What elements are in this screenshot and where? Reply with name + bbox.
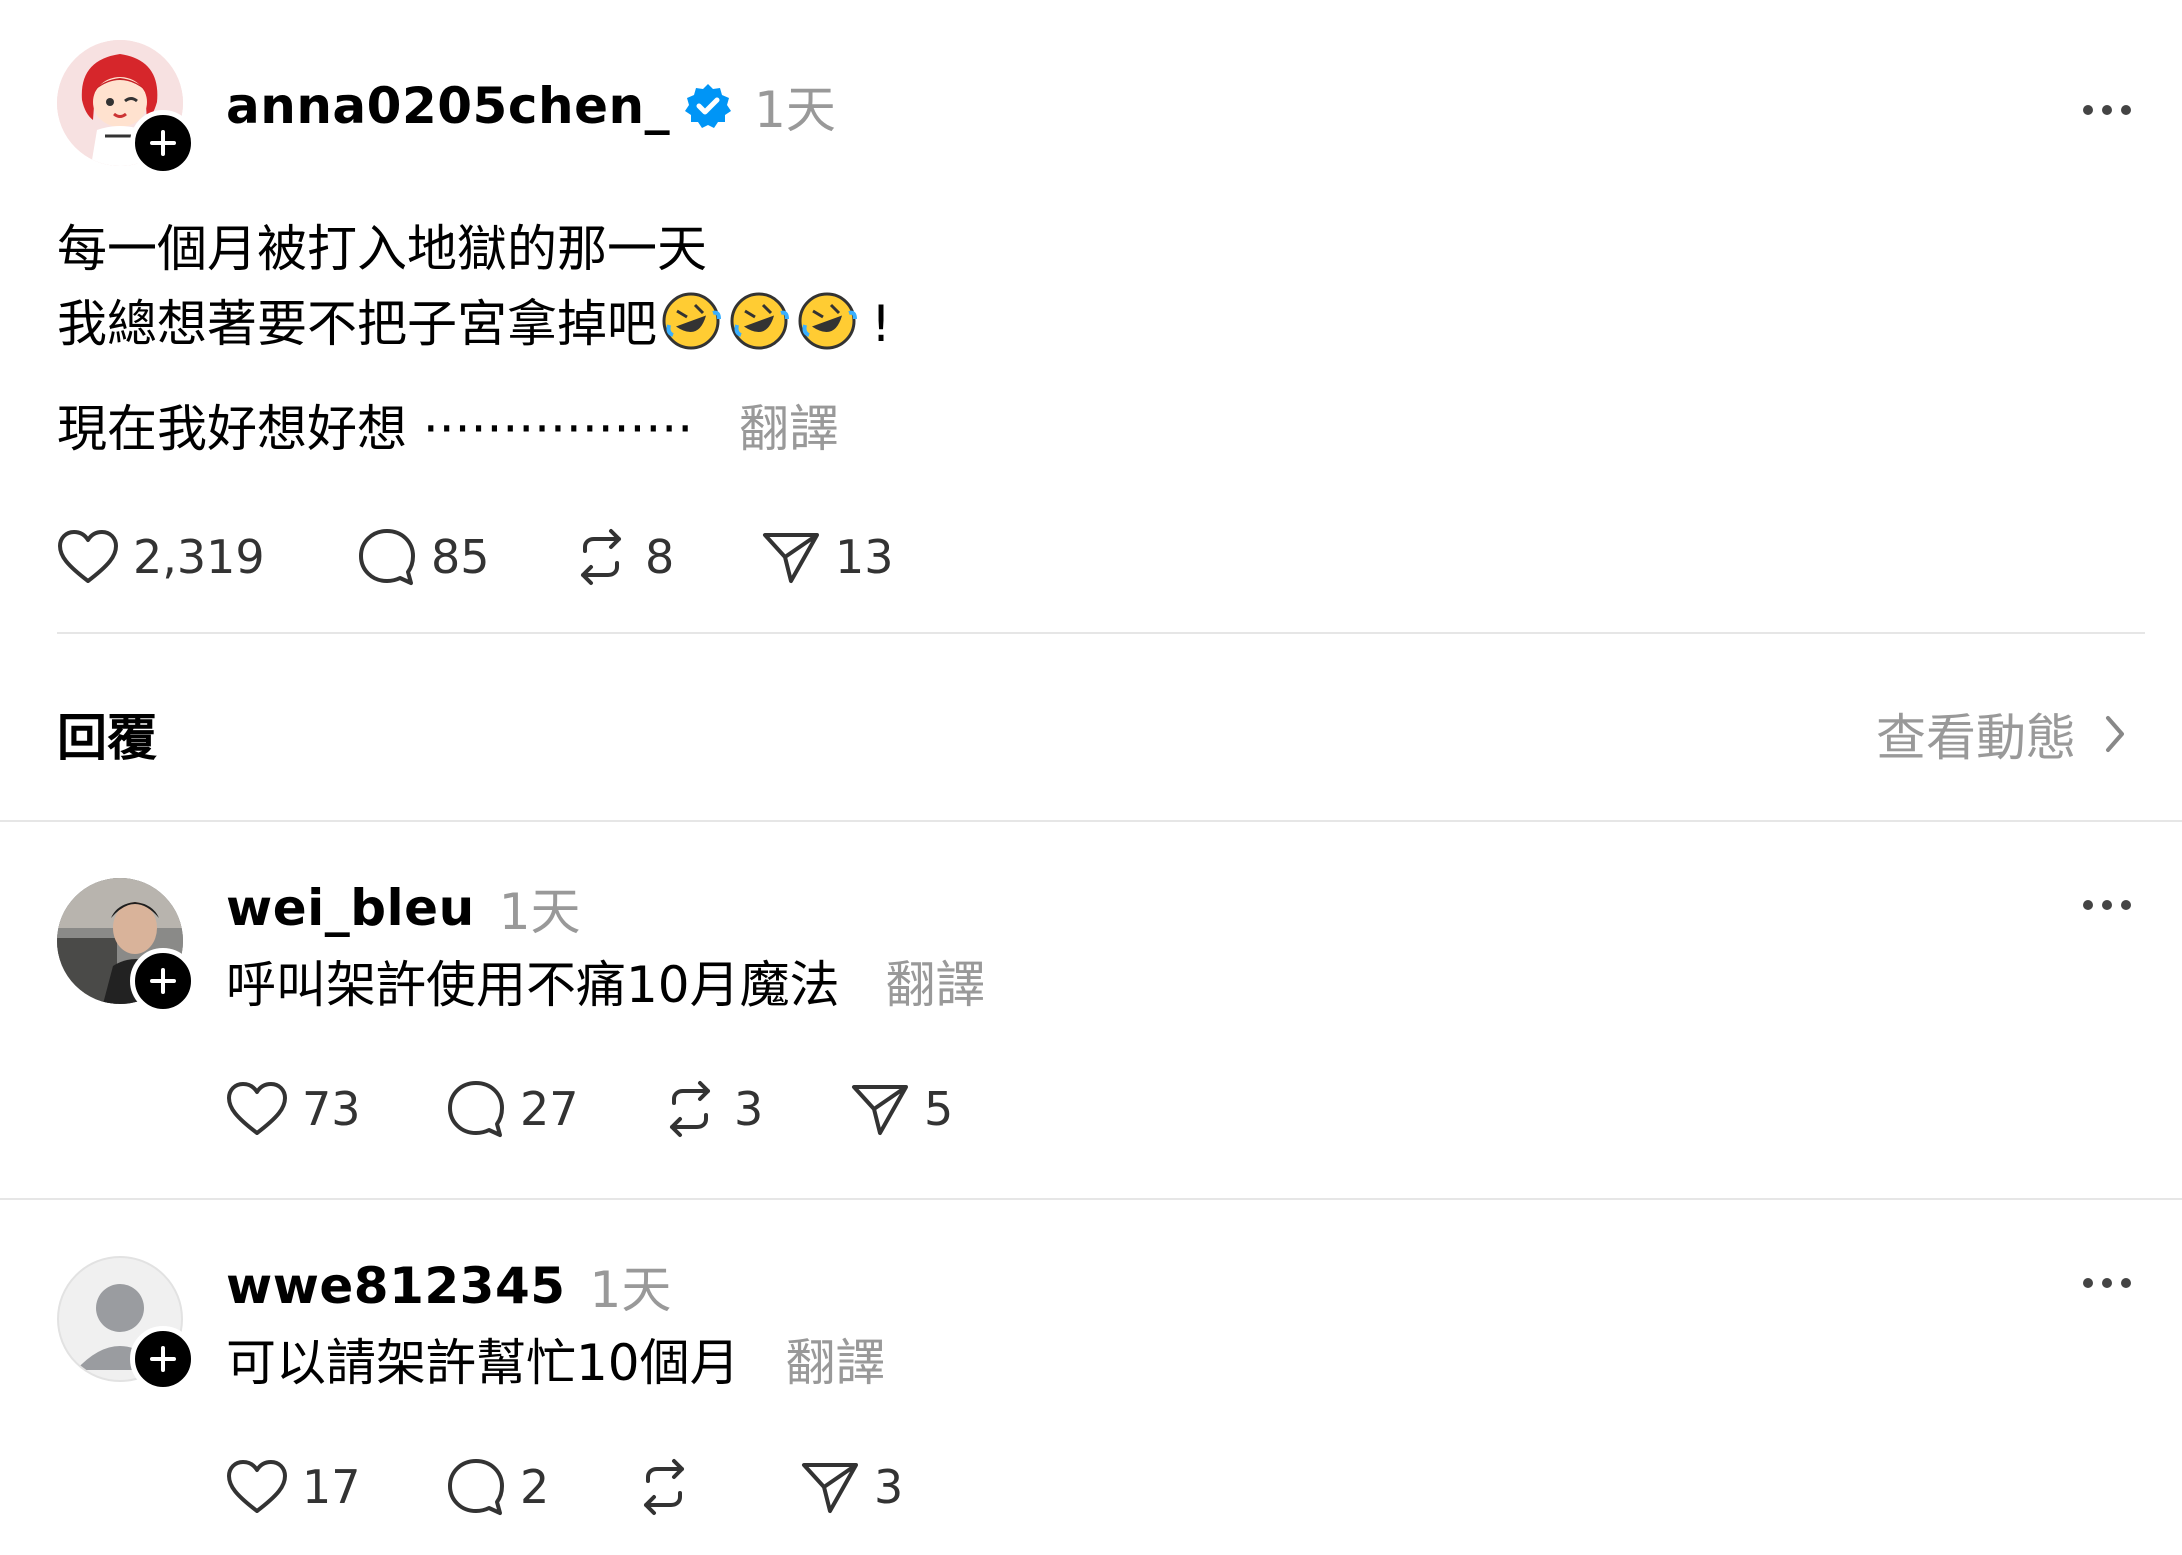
post-line-3: 現在我好想好想 ················· 翻譯 — [57, 392, 891, 467]
send-icon — [852, 1085, 908, 1135]
more-options-icon[interactable] — [2082, 896, 2132, 915]
like-button[interactable]: 17 — [226, 1452, 446, 1522]
chevron-right-icon — [2106, 716, 2124, 752]
post-line-2-text: 我總想著要不把子宮拿掉吧 — [57, 295, 657, 353]
reply-header: wwe812345 1天 — [226, 1250, 671, 1322]
follow-button[interactable] — [130, 948, 196, 1014]
reply-time: 1天 — [589, 1261, 672, 1319]
share-count: 3 — [874, 1460, 904, 1514]
comment-button[interactable]: 85 — [357, 522, 571, 592]
reply-username[interactable]: wei_bleu — [226, 879, 475, 937]
follow-button[interactable] — [130, 110, 196, 176]
divider — [0, 1198, 2182, 1200]
reply-body: 呼叫架許使用不痛10月魔法 翻譯 — [226, 948, 986, 1023]
plus-icon — [150, 968, 176, 994]
repost-count: 3 — [734, 1082, 764, 1136]
heart-icon — [227, 1460, 287, 1513]
comment-button[interactable]: 27 — [446, 1074, 660, 1144]
share-button[interactable]: 3 — [800, 1452, 1000, 1522]
more-options-icon[interactable] — [2082, 92, 2132, 116]
post-time: 1天 — [754, 81, 836, 139]
comment-count: 2 — [520, 1460, 550, 1514]
divider — [0, 820, 2182, 822]
reply-actions: 73 27 3 5 — [226, 1074, 1050, 1144]
view-activity-button[interactable]: 查看動態 — [1876, 698, 2130, 770]
heart-icon — [227, 1082, 287, 1135]
like-count: 2,319 — [133, 530, 265, 584]
rofl-emoji-icon — [798, 292, 857, 350]
share-count: 5 — [924, 1082, 954, 1136]
translate-link[interactable]: 翻譯 — [786, 1334, 886, 1392]
comment-count: 85 — [431, 530, 490, 584]
post-line-2: 我總想著要不把子宮拿掉吧! — [57, 287, 891, 362]
reply-body: 可以請架許幫忙10個月 翻譯 — [226, 1326, 886, 1401]
repost-icon — [581, 529, 621, 585]
comment-count: 27 — [520, 1082, 579, 1136]
follow-button[interactable] — [130, 1326, 196, 1392]
repost-icon — [670, 1081, 710, 1137]
reply-actions: 17 2 3 — [226, 1452, 1000, 1522]
translate-link[interactable]: 翻譯 — [739, 400, 839, 458]
comment-button[interactable]: 2 — [446, 1452, 634, 1522]
send-icon — [763, 533, 819, 583]
post-line-2-end: ! — [871, 295, 892, 353]
comment-icon — [448, 1081, 504, 1137]
like-count: 73 — [302, 1082, 361, 1136]
reply-header: wei_bleu 1天 — [226, 872, 581, 944]
verified-badge-icon — [685, 84, 732, 128]
post-username[interactable]: anna0205chen_ — [226, 77, 670, 135]
share-button[interactable]: 5 — [850, 1074, 1050, 1144]
send-icon — [802, 1463, 858, 1513]
view-activity-label: 查看動態 — [1876, 709, 2076, 767]
repost-count: 8 — [645, 530, 675, 584]
reply-text: 可以請架許幫忙10個月 — [226, 1334, 740, 1392]
comment-icon — [359, 529, 415, 585]
reply-text: 呼叫架許使用不痛10月魔法 — [226, 956, 840, 1014]
post-body: 每一個月被打入地獄的那一天 我總想著要不把子宮拿掉吧! 現在我好想好想 ····… — [57, 212, 891, 467]
repost-button[interactable]: 3 — [660, 1074, 850, 1144]
reply-username[interactable]: wwe812345 — [226, 1257, 566, 1315]
translate-link[interactable]: 翻譯 — [886, 956, 986, 1014]
heart-icon — [58, 530, 118, 583]
replies-title: 回覆 — [57, 709, 157, 767]
post-line-3-text: 現在我好想好想 ················· — [57, 400, 694, 458]
repost-button[interactable]: 8 — [571, 522, 761, 592]
share-count: 13 — [835, 530, 894, 584]
rofl-emoji-icon — [662, 292, 721, 350]
more-options-icon[interactable] — [2082, 1274, 2132, 1293]
plus-icon — [150, 1346, 176, 1372]
divider — [57, 632, 2145, 634]
share-button[interactable]: 13 — [761, 522, 961, 592]
like-count: 17 — [302, 1460, 361, 1514]
comment-icon — [448, 1459, 504, 1515]
reply-time: 1天 — [498, 883, 581, 941]
rofl-emoji-icon — [730, 292, 789, 350]
like-button[interactable]: 2,319 — [57, 522, 357, 592]
post-line-1: 每一個月被打入地獄的那一天 — [57, 220, 707, 278]
repost-button[interactable] — [634, 1452, 800, 1522]
repost-icon — [644, 1459, 684, 1515]
post-header: anna0205chen_ 1天 — [226, 70, 836, 142]
plus-icon — [150, 130, 176, 156]
post-actions: 2,319 85 8 13 — [57, 522, 961, 592]
like-button[interactable]: 73 — [226, 1074, 446, 1144]
